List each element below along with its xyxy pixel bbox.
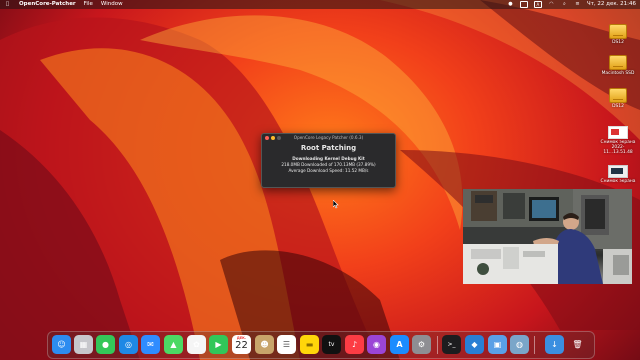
download-progress-text: 218.0MB Downloaded of 170.13MB (37.89%): [281, 162, 376, 167]
dock-contacts-icon[interactable]: ☻: [255, 335, 274, 354]
dock-preview-icon[interactable]: ▣: [488, 335, 507, 354]
menu-app-name[interactable]: OpenCore-Patcher: [19, 0, 76, 9]
dock-disk-utility-icon[interactable]: ◍: [510, 335, 529, 354]
dock-finder-icon[interactable]: ☺: [52, 335, 71, 354]
menu-bar:  OpenCore-Patcher File Window ● A ◠ ⌕ ≡…: [0, 0, 640, 9]
dock-appletv-icon[interactable]: tv: [322, 335, 341, 354]
apple-icon[interactable]: : [4, 1, 11, 8]
control-center-icon[interactable]: ≡: [574, 1, 581, 8]
dock-downloads-folder-icon[interactable]: ↓: [545, 335, 564, 354]
dock-opencore-patcher-icon[interactable]: ◆: [465, 335, 484, 354]
dock-facetime-icon[interactable]: ▶: [209, 335, 228, 354]
desktop-screenshot-1[interactable]: Снимок экрана 2022-11...13.51.48: [598, 126, 638, 155]
keyboard-layout-icon[interactable]: A: [533, 1, 542, 8]
root-patching-heading: Root Patching: [300, 144, 357, 152]
dock-system-settings-icon[interactable]: ⚙: [412, 335, 431, 354]
screen-record-icon[interactable]: ●: [507, 1, 514, 8]
wifi-icon[interactable]: ◠: [548, 1, 555, 8]
dock-calendar-icon[interactable]: ДЕК. 22: [232, 335, 251, 354]
desktop-icon-label: Macintosh SSD: [601, 71, 635, 76]
desktop-drive-ds12[interactable]: DS12: [598, 24, 638, 45]
dock-trash-icon[interactable]: 🗑: [568, 335, 587, 354]
screenshot-file-icon: [608, 165, 628, 178]
menu-window[interactable]: Window: [101, 0, 123, 9]
dock-messages-icon[interactable]: ●: [96, 335, 115, 354]
dock-photos-icon[interactable]: ✿: [187, 335, 206, 354]
calendar-day: 22: [235, 340, 248, 351]
download-status: Downloading Kernel Debug Kit: [292, 156, 365, 161]
download-speed-text: Average Download Speed: 11.52 MB/s: [288, 168, 369, 173]
webcam-overlay: [463, 189, 632, 284]
dock-reminders-icon[interactable]: ☰: [277, 335, 296, 354]
window-title: OpenCore Legacy Patcher (0.6.3): [293, 135, 364, 140]
dock-terminal-icon[interactable]: >_: [442, 335, 461, 354]
drive-icon: [609, 55, 627, 70]
dock-notes-icon[interactable]: ▬: [300, 335, 319, 354]
desktop-drive-macintosh-ssd[interactable]: Macintosh SSD: [598, 55, 638, 76]
desktop-icon-label: DS12: [612, 104, 624, 109]
dock-mail-icon[interactable]: ✉: [141, 335, 160, 354]
display-icon[interactable]: [519, 1, 528, 8]
dock-maps-icon[interactable]: ▲: [164, 335, 183, 354]
webcam-scene: [463, 189, 632, 284]
search-icon[interactable]: ⌕: [561, 1, 568, 8]
screenshot-file-icon: [608, 126, 628, 139]
desktop-drive-ds12-2[interactable]: DS12: [598, 88, 638, 109]
patcher-window: OpenCore Legacy Patcher (0.6.3) Root Pat…: [261, 133, 396, 188]
drive-icon: [609, 24, 627, 39]
dock-safari-icon[interactable]: ◎: [119, 335, 138, 354]
dock: ☺ ▦ ● ◎ ✉ ▲ ✿ ▶ ДЕК. 22 ☻ ☰ ▬ tv ♪ ◉ A ⚙…: [47, 331, 595, 359]
dock-podcasts-icon[interactable]: ◉: [367, 335, 386, 354]
dock-separator: [534, 336, 535, 354]
drive-icon: [609, 88, 627, 103]
dock-music-icon[interactable]: ♪: [345, 335, 364, 354]
dock-appstore-icon[interactable]: A: [390, 335, 409, 354]
dock-separator: [437, 336, 438, 354]
window-titlebar[interactable]: OpenCore Legacy Patcher (0.6.3): [262, 134, 395, 142]
desktop-screenshot-2[interactable]: Снимок экрана: [598, 165, 638, 184]
dock-launchpad-icon[interactable]: ▦: [74, 335, 93, 354]
desktop-icon-label: DS12: [612, 40, 624, 45]
mouse-cursor: [333, 200, 339, 209]
menu-file[interactable]: File: [84, 0, 93, 9]
menu-datetime[interactable]: Чт, 22 дек. 21:46: [587, 0, 636, 9]
desktop-icon-label: Снимок экрана: [600, 179, 636, 184]
desktop-icon-label: Снимок экрана 2022-11...13.51.48: [600, 140, 636, 155]
